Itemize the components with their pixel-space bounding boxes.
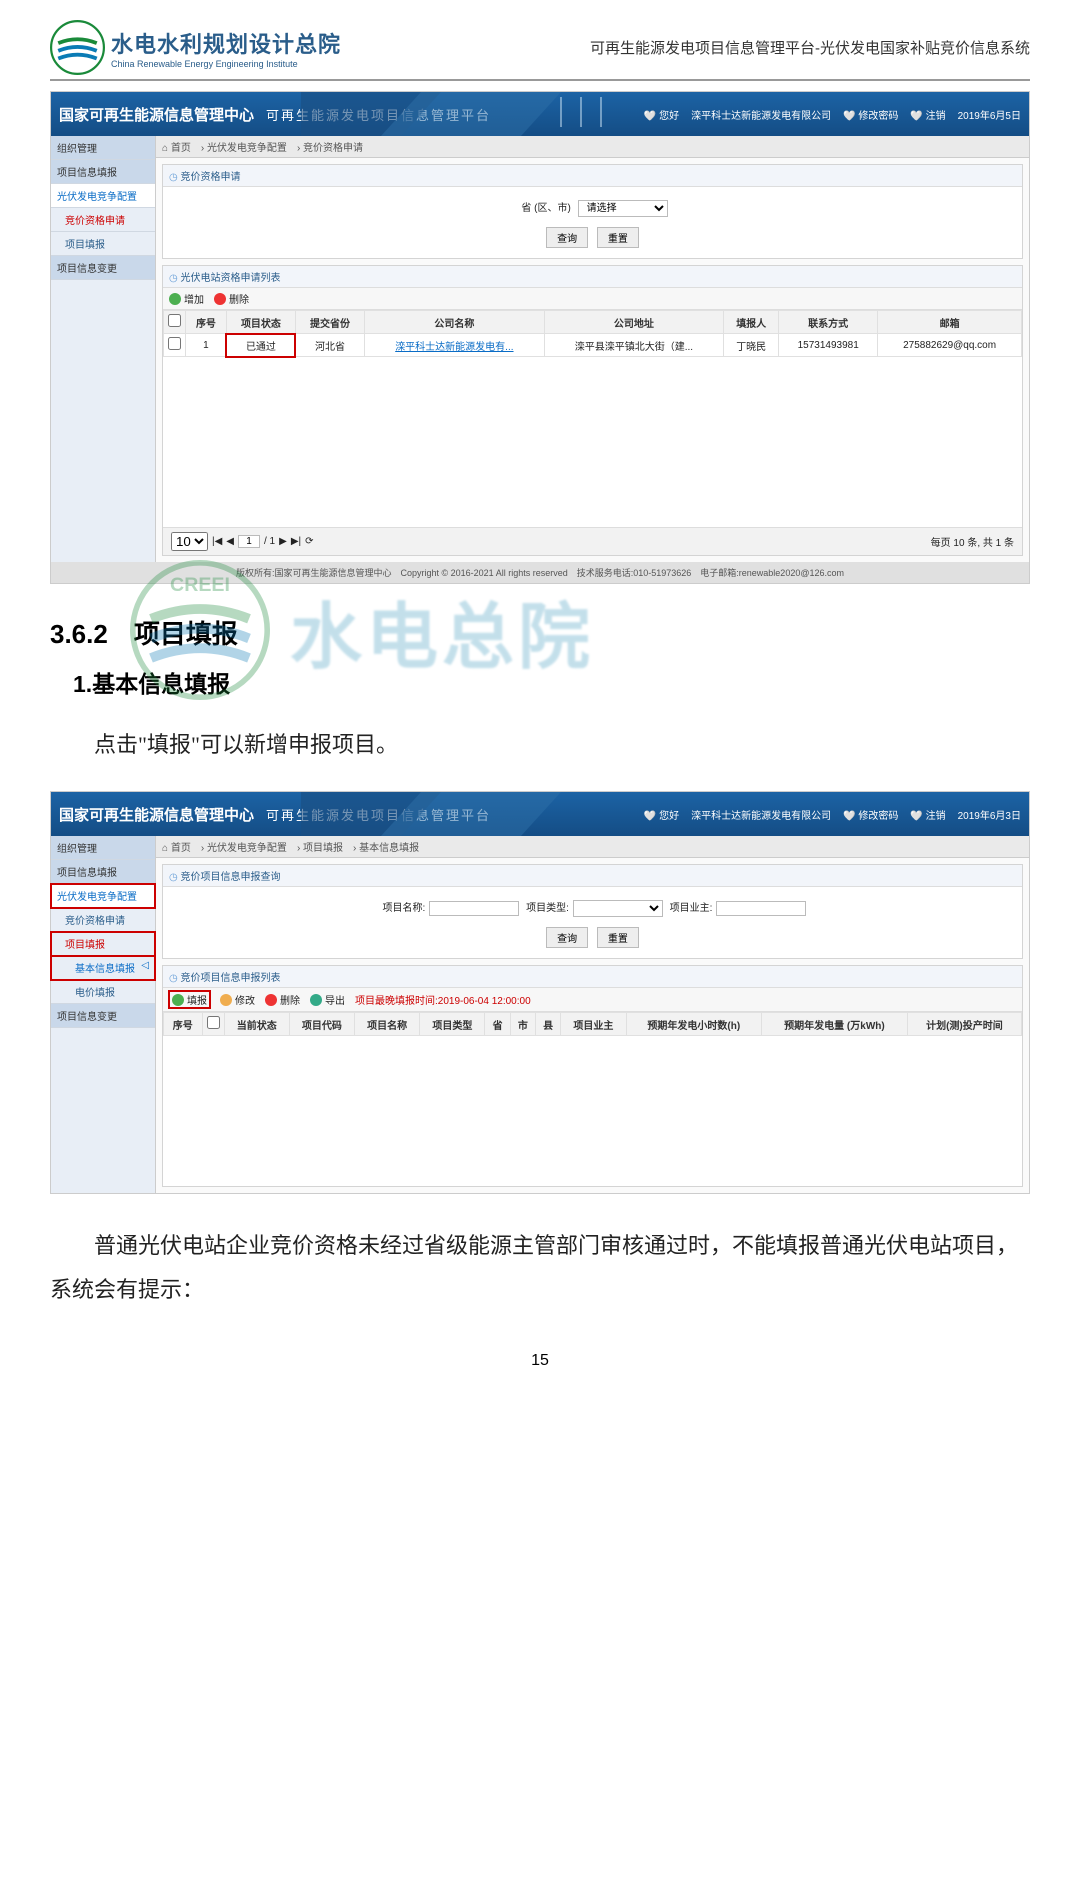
creei-logo	[50, 20, 105, 75]
breadcrumb: 首页 光伏发电竞争配置 竞价资格申请	[156, 136, 1029, 158]
company: 滦平科士达新能源发电有限公司	[691, 107, 831, 122]
delete-button[interactable]: 删除	[214, 291, 249, 306]
export-button[interactable]: 导出	[310, 992, 345, 1007]
sidebar-item[interactable]: 项目信息填报	[51, 860, 155, 884]
result-table: 序号 当前状态 项目代码 项目名称 项目类型 省 市 县 项目业主 预期年发电小…	[163, 1012, 1022, 1036]
date: 2019年6月5日	[958, 107, 1021, 122]
sidebar-item[interactable]: 电价填报	[51, 980, 155, 1004]
body-text: 点击"填报"可以新增申报项目。	[50, 723, 1030, 767]
panel-title: 竞价资格申请	[163, 165, 1022, 187]
change-password[interactable]: 修改密码	[843, 107, 898, 122]
panel-title: 竞价项目信息申报查询	[163, 865, 1022, 887]
delete-button[interactable]: 删除	[265, 992, 300, 1007]
screenshot-1: 国家可再生能源信息管理中心 可再生能源发电项目信息管理平台 您好 滦平科士达新能…	[50, 91, 1030, 584]
status-cell: 已通过	[226, 334, 295, 357]
body-text: 普通光伏电站企业竞价资格未经过省级能源主管部门审核通过时，不能填报普通光伏电站项…	[50, 1224, 1030, 1312]
app-title: 国家可再生能源信息管理中心	[59, 104, 254, 125]
page-input[interactable]	[238, 535, 260, 548]
province-select[interactable]: 请选择	[578, 200, 668, 217]
header-deco	[301, 92, 701, 136]
row-checkbox[interactable]	[168, 337, 181, 350]
sidebar-item-active[interactable]: 光伏发电竞争配置	[51, 884, 155, 908]
sidebar-item[interactable]: 竞价资格申请	[51, 208, 155, 232]
project-name-input[interactable]	[429, 901, 519, 916]
sidebar-item-active[interactable]: 光伏发电竞争配置	[51, 184, 155, 208]
sidebar-item[interactable]: 项目信息变更	[51, 256, 155, 280]
sidebar-item[interactable]: 项目填报	[51, 932, 155, 956]
svg-text:CREEI: CREEI	[170, 574, 230, 596]
panel-title: 光伏电站资格申请列表	[163, 266, 1022, 288]
screenshot-2: 国家可再生能源信息管理中心 可再生能源发电项目信息管理平台 您好 滦平科士达新能…	[50, 791, 1030, 1194]
org-name-cn: 水电水利规划设计总院	[111, 27, 341, 59]
sidebar-item[interactable]: 项目信息填报	[51, 160, 155, 184]
query-button[interactable]: 查询	[546, 227, 588, 248]
app-title: 国家可再生能源信息管理中心	[59, 804, 254, 825]
doc-header-title: 可再生能源发电项目信息管理平台-光伏发电国家补贴竞价信息系统	[341, 37, 1030, 58]
change-password[interactable]: 修改密码	[843, 807, 898, 822]
modify-button[interactable]: 修改	[220, 992, 255, 1007]
company-link[interactable]: 滦平科士达新能源发电有...	[395, 342, 513, 353]
reset-button[interactable]: 重置	[597, 927, 639, 948]
org-name-en: China Renewable Energy Engineering Insti…	[111, 59, 341, 69]
sidebar-item[interactable]: 组织管理	[51, 136, 155, 160]
watermark: CREEI 水电总院	[130, 560, 594, 700]
deadline: 项目最晚填报时间:2019-06-04 12:00:00	[355, 992, 531, 1007]
doc-header: 水电水利规划设计总院 China Renewable Energy Engine…	[50, 20, 1030, 81]
fill-button[interactable]: 填报	[169, 991, 210, 1008]
breadcrumb: 首页 光伏发电竞争配置 项目填报 基本信息填报	[156, 836, 1029, 858]
province-label: 省 (区、市)	[521, 203, 570, 214]
panel-title: 竞价项目信息申报列表	[163, 966, 1022, 988]
sidebar-item[interactable]: 竞价资格申请	[51, 908, 155, 932]
select-all[interactable]	[207, 1016, 220, 1029]
header-deco	[301, 792, 701, 836]
pager: 10 |◀◀ / 1 ▶▶|⟳ 每页 10 条, 共 1 条	[163, 527, 1022, 555]
logout[interactable]: 注销	[910, 107, 945, 122]
reset-button[interactable]: 重置	[597, 227, 639, 248]
project-type-select[interactable]	[573, 900, 663, 917]
sidebar-item[interactable]: 基本信息填报 ◁	[51, 956, 155, 980]
result-table: 序号 项目状态 提交省份 公司名称 公司地址 填报人 联系方式 邮箱 1	[163, 310, 1022, 357]
project-owner-input[interactable]	[716, 901, 806, 916]
logout[interactable]: 注销	[910, 807, 945, 822]
sidebar-item[interactable]: 组织管理	[51, 836, 155, 860]
page-number: 15	[50, 1352, 1030, 1370]
sidebar: 组织管理 项目信息填报 光伏发电竞争配置 竞价资格申请 项目填报 项目信息变更	[51, 136, 156, 562]
sidebar-item[interactable]: 项目填报	[51, 232, 155, 256]
sidebar-item[interactable]: 项目信息变更	[51, 1004, 155, 1028]
table-row: 1 已通过 河北省 滦平科士达新能源发电有... 滦平县滦平镇北大街（建... …	[164, 334, 1022, 357]
page-size[interactable]: 10	[171, 532, 208, 551]
query-button[interactable]: 查询	[546, 927, 588, 948]
select-all[interactable]	[168, 314, 181, 327]
add-button[interactable]: 增加	[169, 291, 204, 306]
